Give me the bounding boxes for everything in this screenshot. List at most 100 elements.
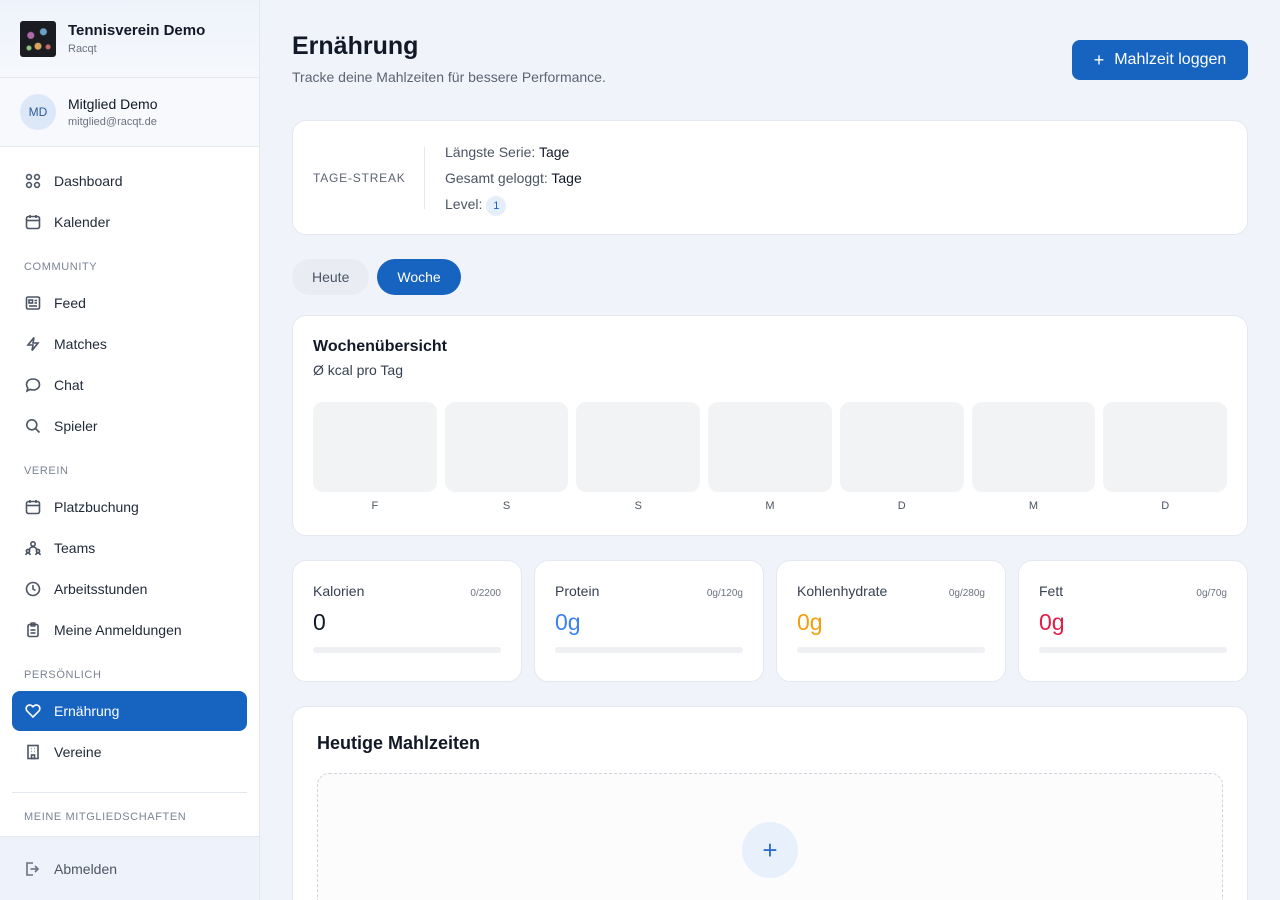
sidebar-item-spieler[interactable]: Spieler: [12, 406, 247, 446]
sidebar-item-label: Ernährung: [54, 703, 120, 719]
day-box: [1103, 402, 1228, 492]
level-badge: 1: [486, 195, 507, 216]
avatar: MD: [20, 94, 56, 130]
sidebar-item-label: Arbeitsstunden: [54, 581, 148, 597]
team-icon: [24, 539, 42, 557]
club-logo: [20, 20, 56, 57]
tab-woche[interactable]: Woche: [377, 259, 461, 295]
sidebar-item-platzbuchung[interactable]: Platzbuchung: [12, 487, 247, 527]
sidebar-item-dashboard[interactable]: Dashboard: [12, 161, 247, 201]
user-profile[interactable]: MD Mitglied Demo mitglied@racqt.de: [0, 78, 259, 147]
chat-bubble-icon: [24, 376, 42, 394]
sidebar-item-chat[interactable]: Chat: [12, 365, 247, 405]
stat-name: Protein: [555, 583, 600, 599]
day-column[interactable]: F: [313, 402, 437, 512]
brand-header[interactable]: Tennisverein Demo Racqt: [0, 0, 259, 78]
sidebar-nav: Dashboard Kalender COMMUNITY Feed Matche…: [0, 147, 259, 772]
day-label: D: [1161, 500, 1170, 512]
sidebar-item-label: Kalender: [54, 214, 111, 230]
logout-icon: [26, 861, 40, 876]
sidebar: Tennisverein Demo Racqt MD Mitglied Demo…: [0, 0, 260, 900]
sidebar-item-vereine[interactable]: Vereine: [12, 732, 247, 772]
section-label-mitgliedschaften: MEINE MITGLIEDSCHAFTEN: [24, 811, 187, 821]
sidebar-item-teams[interactable]: Teams: [12, 528, 247, 568]
day-column[interactable]: S: [444, 402, 569, 512]
clipboard-icon: [24, 621, 42, 639]
sidebar-item-label: Spieler: [54, 418, 98, 434]
newspaper-icon: [24, 294, 42, 312]
section-label-verein: VEREIN: [24, 465, 69, 477]
stat-value: 0g: [555, 609, 581, 635]
sidebar-item-feed[interactable]: Feed: [12, 283, 247, 323]
user-email: mitglied@racqt.de: [68, 116, 157, 128]
sidebar-item-label: Feed: [54, 295, 86, 311]
sidebar-item-label: Chat: [54, 377, 84, 393]
streak-card: TAGE-STREAK Längste Serie: Tage Gesamt g…: [292, 120, 1248, 235]
fat-card: Fett 0g/70g 0g: [1018, 560, 1248, 682]
stat-value: 0g: [1039, 609, 1065, 635]
week-overview-card: Wochenübersicht Ø kcal pro Tag F S S M D…: [292, 315, 1248, 536]
progress-bar: [797, 647, 985, 653]
sidebar-item-label: Matches: [54, 336, 107, 352]
day-box: [839, 402, 964, 492]
sidebar-item-label: Teams: [54, 540, 96, 556]
building-icon: [24, 743, 42, 761]
day-column[interactable]: M: [971, 402, 1096, 512]
progress-bar: [555, 647, 743, 653]
tab-heute[interactable]: Heute: [292, 259, 370, 295]
grid-icon: [24, 172, 42, 190]
app-name: Racqt: [68, 43, 97, 55]
plus-icon: +: [1093, 49, 1105, 70]
sidebar-item-kalender[interactable]: Kalender: [12, 202, 247, 242]
total-logged: Gesamt geloggt: Tage: [445, 165, 582, 191]
longest-streak: Längste Serie: Tage: [445, 139, 582, 165]
sidebar-item-ernaehrung[interactable]: Ernährung: [12, 691, 247, 731]
stat-goal: 0/2200: [470, 588, 501, 599]
stat-goal: 0g/280g: [948, 588, 985, 599]
meals-title: Heutige Mahlzeiten: [317, 733, 481, 753]
sidebar-item-anmeldungen[interactable]: Meine Anmeldungen: [12, 610, 247, 650]
club-name: Tennisverein Demo: [68, 22, 206, 39]
add-meal-button[interactable]: +: [742, 822, 798, 878]
day-label: S: [502, 500, 511, 512]
stat-value: 0g: [797, 609, 823, 635]
day-column[interactable]: S: [576, 402, 701, 512]
section-label-persoenlich: PERSÖNLICH: [24, 669, 102, 681]
todays-meals-card: Heutige Mahlzeiten +: [292, 706, 1248, 900]
clock-icon: [24, 580, 42, 598]
calories-card: Kalorien 0/2200 0: [292, 560, 522, 682]
day-label: S: [634, 500, 642, 512]
level-label: Level:: [445, 195, 483, 212]
day-box: [313, 402, 437, 492]
day-list: F S S M D M D: [313, 402, 1228, 512]
longest-streak-label: Längste Serie:: [445, 143, 536, 160]
day-label: M: [765, 500, 775, 512]
empty-meals-area: +: [317, 773, 1223, 900]
view-tabs: Heute Woche: [292, 259, 469, 295]
page-subtitle: Tracke deine Mahlzeiten für bessere Perf…: [292, 69, 606, 85]
day-box: [444, 402, 569, 492]
log-meal-button[interactable]: + Mahlzeit loggen: [1072, 40, 1248, 80]
stat-name: Fett: [1039, 583, 1064, 599]
user-name: Mitglied Demo: [68, 96, 158, 112]
section-label-community: COMMUNITY: [24, 261, 98, 273]
sidebar-item-arbeitsstunden[interactable]: Arbeitsstunden: [12, 569, 247, 609]
sidebar-item-label: Platzbuchung: [54, 499, 139, 515]
sidebar-item-matches[interactable]: Matches: [12, 324, 247, 364]
stat-goal: 0g/120g: [706, 588, 743, 599]
search-icon: [24, 417, 42, 435]
logout-button[interactable]: Abmelden: [0, 836, 259, 900]
day-box: [708, 402, 832, 492]
sidebar-item-label: Vereine: [54, 744, 102, 760]
day-column[interactable]: D: [1103, 402, 1228, 512]
carbs-card: Kohlenhydrate 0g/280g 0g: [776, 560, 1006, 682]
streak-details: Längste Serie: Tage Gesamt geloggt: Tage…: [445, 139, 582, 217]
sidebar-item-label: Meine Anmeldungen: [54, 622, 182, 638]
day-label: F: [371, 500, 379, 512]
day-column[interactable]: D: [839, 402, 964, 512]
level: Level: 1: [445, 191, 582, 217]
stat-goal: 0g/70g: [1196, 588, 1227, 599]
page-title: Ernährung: [292, 32, 419, 60]
heart-icon: [24, 702, 42, 720]
day-column[interactable]: M: [708, 402, 832, 512]
